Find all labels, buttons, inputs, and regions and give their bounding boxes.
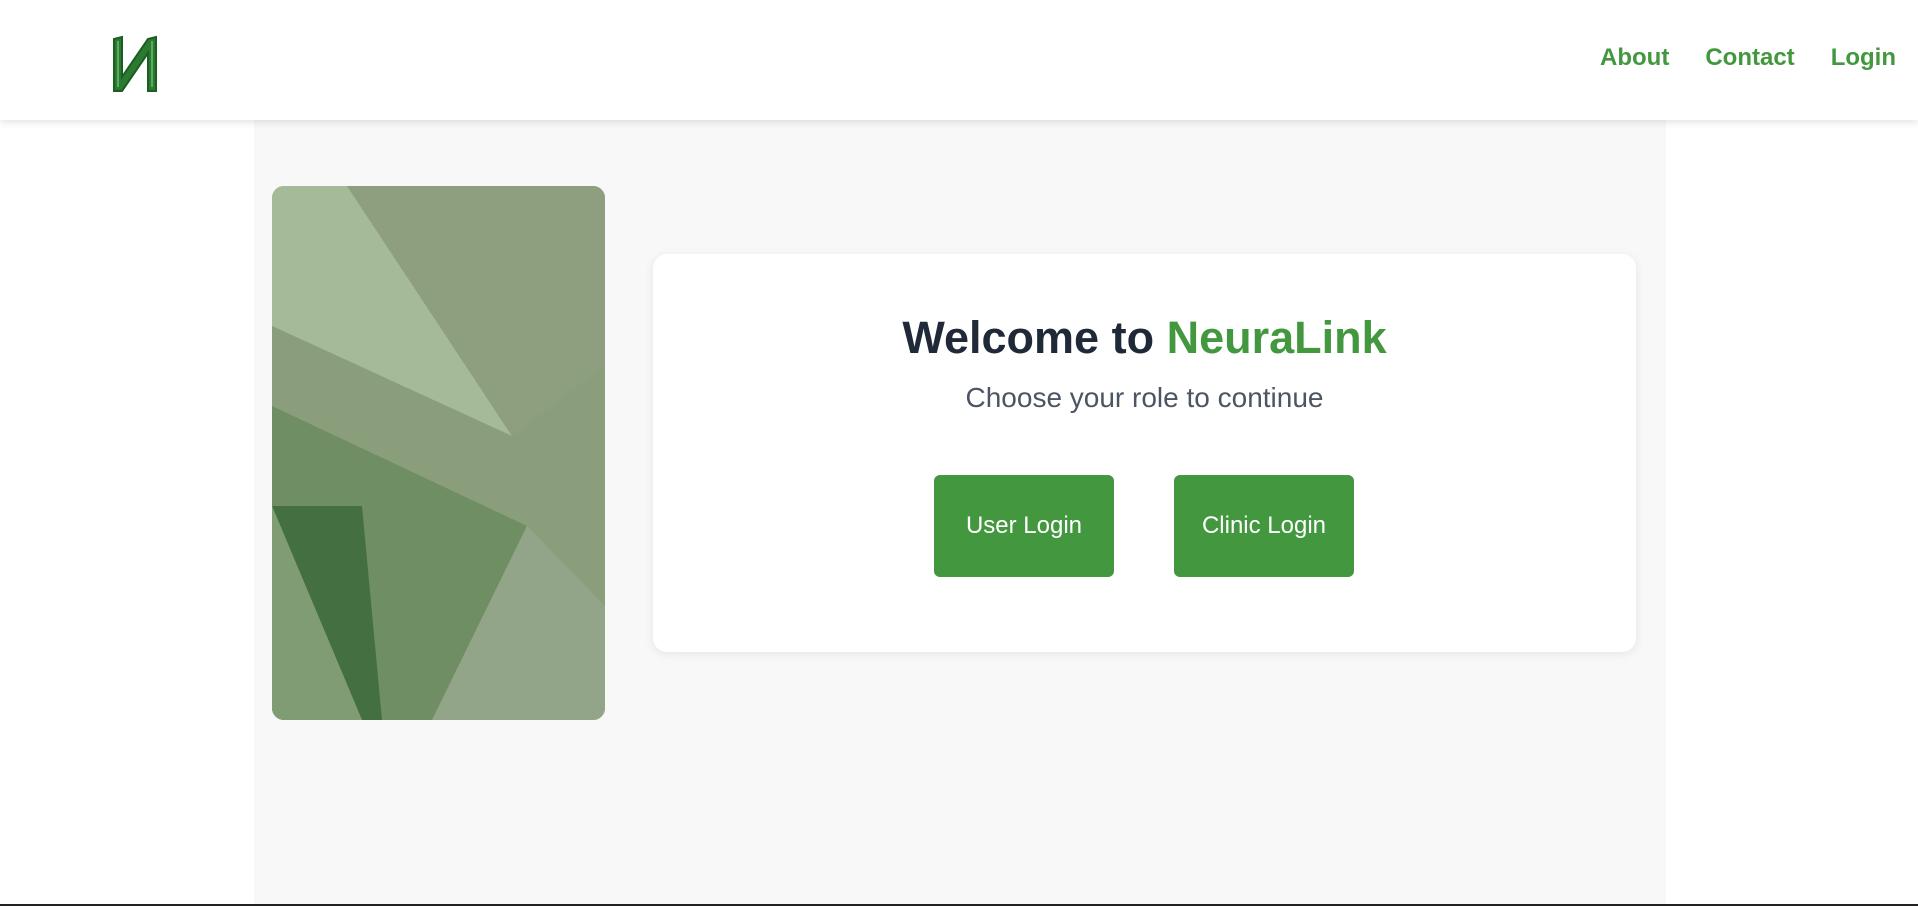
- nav-about-link[interactable]: About: [1600, 44, 1669, 72]
- clinic-login-button[interactable]: Clinic Login: [1174, 475, 1354, 577]
- nav-contact-link[interactable]: Contact: [1705, 44, 1794, 72]
- main-content: Welcome to NeuraLink Choose your role to…: [254, 120, 1666, 906]
- page: About Contact Login Welcome to NeuraLink: [0, 0, 1918, 906]
- welcome-heading: Welcome to NeuraLink: [653, 312, 1636, 364]
- welcome-prefix: Welcome to: [902, 312, 1155, 363]
- role-selection-card: Welcome to NeuraLink Choose your role to…: [653, 254, 1636, 652]
- user-login-button[interactable]: User Login: [934, 475, 1114, 577]
- decorative-green-art-image: [272, 186, 605, 720]
- nav-login-link[interactable]: Login: [1831, 44, 1896, 72]
- top-navigation-bar: About Contact Login: [0, 0, 1918, 120]
- brand-name: NeuraLink: [1166, 312, 1387, 363]
- main-nav: About Contact Login: [1600, 44, 1896, 72]
- role-subtitle: Choose your role to continue: [965, 382, 1324, 413]
- neuralink-n-logo-icon[interactable]: [110, 33, 162, 95]
